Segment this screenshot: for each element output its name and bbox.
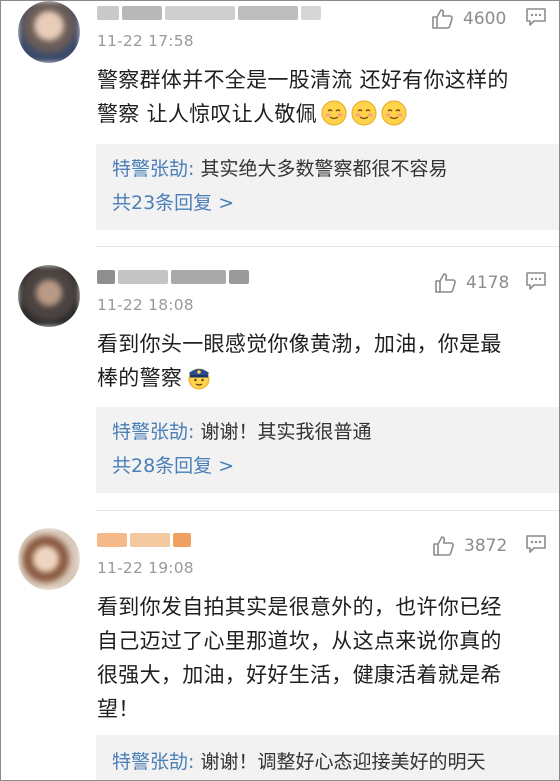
comment-time: 11-22 18:08	[97, 296, 194, 314]
divider	[96, 510, 559, 511]
avatar[interactable]	[18, 265, 80, 327]
smiling-face-icon	[381, 100, 407, 126]
reply-icon[interactable]	[525, 271, 547, 291]
police-officer-icon	[188, 368, 210, 390]
avatar[interactable]	[18, 528, 80, 590]
like-count: 4178	[466, 273, 510, 293]
comment-text: 警察群体并不全是一股清流 还好有你这样的 警察 让人惊叹让人敬佩	[97, 68, 509, 126]
reply-author[interactable]: 特警张劼:	[112, 421, 194, 443]
reply-line: 特警张劼: 谢谢！调整好心态迎接美好的明天	[112, 747, 485, 774]
reply-preview[interactable]: 特警张劼: 谢谢！其实我很普通 共28条回复 >	[96, 407, 559, 493]
like-count: 4600	[463, 9, 507, 29]
reply-text: 谢谢！其实我很普通	[194, 421, 372, 443]
reply-author[interactable]: 特警张劼:	[112, 158, 194, 180]
username-redacted[interactable]	[97, 269, 252, 287]
reply-preview[interactable]: 特警张劼: 其实绝大多数警察都很不容易 共23条回复 >	[96, 144, 559, 230]
comment-time: 11-22 17:58	[97, 32, 194, 50]
like-button[interactable]: 4178	[434, 270, 509, 296]
reply-line: 特警张劼: 其实绝大多数警察都很不容易	[112, 154, 447, 181]
divider	[96, 246, 559, 247]
like-button[interactable]: 3872	[432, 533, 507, 559]
comment-list: 11-22 17:58 4600 警察群体并不全是一股清流 还好有你这样的 警察…	[0, 0, 560, 781]
thumbs-up-icon	[432, 9, 453, 29]
username-redacted[interactable]	[97, 5, 324, 23]
reply-text: 其实绝大多数警察都很不容易	[194, 158, 448, 180]
comment-text: 看到你头一眼感觉你像黄渤，加油，你是最 棒的警察	[97, 332, 502, 390]
reply-text: 谢谢！调整好心态迎接美好的明天	[194, 751, 486, 773]
smiling-face-icon	[351, 100, 377, 126]
thumbs-up-icon	[435, 273, 456, 293]
like-count: 3872	[464, 536, 508, 556]
view-replies-link[interactable]: 共23条回复 >	[112, 188, 234, 215]
reply-icon[interactable]	[525, 7, 547, 27]
thumbs-up-icon	[433, 536, 454, 556]
smiling-face-icon	[321, 100, 347, 126]
reply-preview[interactable]: 特警张劼: 谢谢！调整好心态迎接美好的明天	[96, 735, 559, 780]
reply-icon[interactable]	[525, 534, 547, 554]
reply-line: 特警张劼: 谢谢！其实我很普通	[112, 417, 371, 444]
view-replies-link[interactable]: 共28条回复 >	[112, 451, 234, 478]
avatar[interactable]	[18, 1, 80, 63]
like-button[interactable]: 4600	[431, 6, 506, 32]
username-redacted[interactable]	[97, 532, 194, 550]
comment-text: 看到你发自拍其实是很意外的，也许你已经 自己迈过了心里那道坎，从这点来说你真的 …	[97, 595, 502, 721]
comment-time: 11-22 19:08	[97, 559, 194, 577]
reply-author[interactable]: 特警张劼:	[112, 751, 194, 773]
